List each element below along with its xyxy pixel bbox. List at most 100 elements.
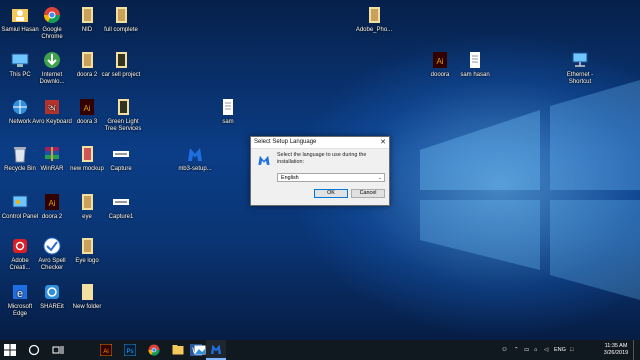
icon-label: Google Chrome xyxy=(41,27,63,40)
icon-label: Avro Spell Checker xyxy=(38,258,66,271)
icon-label: Capture xyxy=(110,166,132,172)
icon-label: Internet Downlo... xyxy=(39,72,65,85)
dialog-titlebar[interactable]: Select Setup Language ✕ xyxy=(251,137,389,149)
file-explorer-icon xyxy=(172,345,184,355)
icon-label: mb3-setup... xyxy=(178,166,212,172)
folder-icon xyxy=(111,50,131,70)
icon-label: SHAREit xyxy=(40,304,64,310)
notification-icon[interactable]: □ xyxy=(570,347,573,353)
desktop-icon-new-folder[interactable]: New folder xyxy=(67,282,107,311)
shareit-icon xyxy=(42,282,62,302)
edge-icon: e xyxy=(10,282,30,302)
people-icon[interactable]: ⚇ xyxy=(502,347,507,353)
network-icon xyxy=(570,50,590,70)
chrome-icon xyxy=(148,344,160,356)
icon-label: Green Light Tree Services xyxy=(104,119,142,132)
desktop-icon-sam-hasan[interactable]: sam hasan xyxy=(455,50,495,79)
language-select[interactable]: English ⌄ xyxy=(277,173,385,182)
show-desktop-button[interactable] xyxy=(633,340,640,360)
desktop-icon-eye-logo[interactable]: Eye logo xyxy=(67,236,107,265)
volume-icon[interactable]: ◁ xyxy=(544,347,548,353)
desktop-icon-ethernet-shortcut[interactable]: Ethernet - Shortcut xyxy=(560,50,600,86)
clock[interactable]: 11:35 AM 3/26/2019 xyxy=(600,343,632,357)
winrar-icon xyxy=(42,144,62,164)
malwarebytes-icon xyxy=(257,153,271,165)
illustrator-icon: Ai xyxy=(77,97,97,117)
desktop-icon-shareit[interactable]: SHAREit xyxy=(32,282,72,311)
desktop-icon-avro-spell-checker[interactable]: Avro Spell Checker xyxy=(32,236,72,272)
start-button[interactable] xyxy=(0,340,20,360)
desktop-icon-avro-keyboard[interactable]: অ Avro Keyboard xyxy=(32,97,72,126)
illustrator-icon: Ai xyxy=(430,50,450,70)
svg-text:e: e xyxy=(17,288,23,300)
search-icon xyxy=(28,344,40,356)
taskbar-chrome[interactable] xyxy=(144,340,164,360)
icon-label: full complete xyxy=(104,27,138,33)
system-tray: ⚇ ⌃ ▭ ⌂ ◁ ENG □ xyxy=(494,340,614,360)
close-icon[interactable]: ✕ xyxy=(380,138,386,146)
search-button[interactable] xyxy=(24,340,44,360)
desktop-icon-adobe-pho[interactable]: Adobe_Pho... xyxy=(352,5,396,34)
setup-language-dialog: Select Setup Language ✕ Select the langu… xyxy=(250,136,390,206)
icon-label: sam hasan xyxy=(460,72,490,78)
malwarebytes-icon xyxy=(211,344,221,354)
desktop-icon-green-light-tree-services[interactable]: Green Light Tree Services xyxy=(101,97,145,133)
image-icon xyxy=(111,144,131,164)
desktop-icon-capture[interactable]: Capture xyxy=(101,144,141,173)
icon-label: Capture1 xyxy=(108,214,134,220)
desktop-icon-winrar[interactable]: WinRAR xyxy=(32,144,72,173)
desktop-icon-internet-download-manager[interactable]: Internet Downlo... xyxy=(32,50,72,86)
taskbar-file-explorer[interactable] xyxy=(168,340,188,360)
checkmark-icon xyxy=(42,236,62,256)
icon-label: Eye logo xyxy=(75,258,99,264)
desktop-icon-car-sell-project[interactable]: car sell project xyxy=(101,50,141,79)
svg-text:Ai: Ai xyxy=(103,349,108,355)
desktop-icon-google-chrome[interactable]: Google Chrome xyxy=(32,5,72,41)
folder-icon xyxy=(77,50,97,70)
taskbar-photoshop[interactable]: Ps xyxy=(120,340,140,360)
photos-icon xyxy=(194,345,206,355)
desktop-icon-dooora[interactable]: Ai dooora xyxy=(420,50,460,79)
icon-label: doora 2 xyxy=(41,214,63,220)
keyboard-language[interactable]: ENG xyxy=(554,347,566,353)
svg-text:Ai: Ai xyxy=(436,57,443,66)
ok-button[interactable]: OK xyxy=(314,189,348,198)
desktop-icon-full-complete[interactable]: full complete xyxy=(101,5,141,34)
folder-icon xyxy=(113,97,133,117)
folder-icon xyxy=(77,192,97,212)
icon-label: WinRAR xyxy=(40,166,64,172)
folder-icon xyxy=(77,144,97,164)
task-view-button[interactable] xyxy=(48,340,68,360)
cancel-button[interactable]: Cancel xyxy=(351,189,385,198)
chevron-up-icon[interactable]: ⌃ xyxy=(514,347,519,353)
language-select-value: English xyxy=(281,175,299,181)
taskbar-malwarebytes[interactable] xyxy=(206,340,226,360)
document-icon xyxy=(465,50,485,70)
image-icon xyxy=(111,192,131,212)
taskbar: Ai Ps W ⚇ ⌃ ▭ ⌂ ◁ ENG □ 11:35 AM 3/26/20… xyxy=(0,340,640,360)
user-folder-icon xyxy=(10,5,30,25)
clock-date: 3/26/2019 xyxy=(603,350,629,356)
svg-text:অ: অ xyxy=(47,103,56,113)
folder-icon xyxy=(77,236,97,256)
start-icon xyxy=(4,344,16,356)
desktop-icon-mb3-setup[interactable]: mb3-setup... xyxy=(172,144,218,173)
desktop-icon-sam[interactable]: sam xyxy=(208,97,248,126)
clock-time: 11:35 AM xyxy=(604,343,628,349)
battery-icon[interactable]: ▭ xyxy=(524,347,529,353)
desktop-icon-doora-2-ai[interactable]: Ai doora 2 xyxy=(32,192,72,221)
chevron-down-icon: ⌄ xyxy=(377,175,382,181)
desktop-icon-capture1[interactable]: Capture1 xyxy=(101,192,141,221)
recycle-bin-icon xyxy=(10,144,30,164)
icon-label: sam xyxy=(222,119,234,125)
svg-text:Ps: Ps xyxy=(126,349,133,355)
folder-icon xyxy=(111,5,131,25)
chrome-icon xyxy=(42,5,62,25)
folder-icon xyxy=(77,282,97,302)
network-icon[interactable]: ⌂ xyxy=(534,347,537,353)
taskbar-illustrator[interactable]: Ai xyxy=(96,340,116,360)
folder-icon xyxy=(77,5,97,25)
svg-text:Ai: Ai xyxy=(83,104,90,113)
task-view-icon xyxy=(52,346,64,354)
network-icon xyxy=(10,97,30,117)
